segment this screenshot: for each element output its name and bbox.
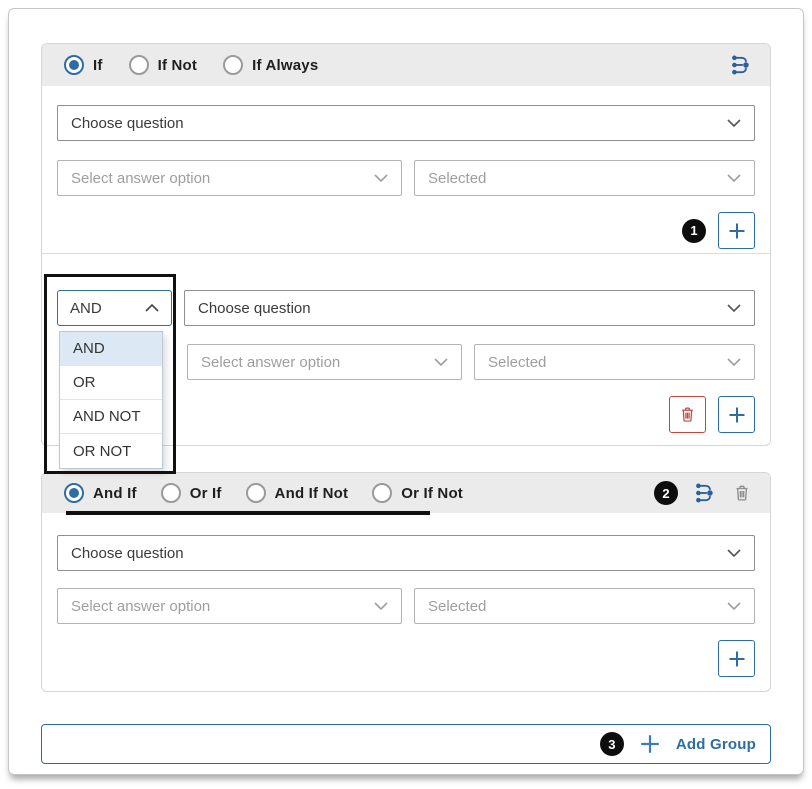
chevron-down-icon	[727, 304, 741, 312]
chevron-down-icon	[727, 602, 741, 610]
group1-condition-1: Choose question Select answer option Sel…	[42, 86, 770, 253]
delete-group-trash-icon[interactable]	[732, 483, 752, 503]
answer-option-select[interactable]: Select answer option	[187, 344, 462, 380]
group1-condition-2: AND AND OR AND NOT OR NOT Choose questio…	[42, 253, 770, 445]
select-value: Choose question	[71, 115, 717, 132]
trash-icon	[678, 405, 697, 424]
add-group-label: Add Group	[676, 736, 756, 753]
radio-and-if-not[interactable]: And If Not	[246, 483, 349, 503]
select-placeholder: Select answer option	[71, 170, 364, 187]
group2-header-actions: 2	[654, 481, 752, 505]
logic-group-1: If If Not If Always	[41, 43, 771, 446]
plus-icon	[727, 405, 747, 425]
logic-group-2: And If Or If And If Not Or If Not 2	[41, 472, 771, 692]
question-select[interactable]: Choose question	[57, 535, 755, 571]
select-placeholder: Select answer option	[201, 354, 424, 371]
radio-circle-icon	[246, 483, 266, 503]
radio-or-if-not[interactable]: Or If Not	[372, 483, 463, 503]
answer-option-select[interactable]: Select answer option	[57, 160, 402, 196]
select-placeholder: Selected	[428, 598, 717, 615]
radio-label: And If Not	[275, 485, 349, 502]
select-value: Choose question	[198, 300, 717, 317]
radio-circle-icon	[372, 483, 392, 503]
chevron-down-icon	[727, 549, 741, 557]
radio-if-not[interactable]: If Not	[129, 55, 198, 75]
plus-icon	[639, 733, 661, 755]
question-select[interactable]: Choose question	[184, 290, 755, 326]
answer-option-select[interactable]: Select answer option	[57, 588, 402, 624]
add-condition-button[interactable]	[718, 640, 755, 677]
radio-if[interactable]: If	[64, 55, 103, 75]
radio-label: If Always	[252, 57, 318, 74]
dropdown-option-or[interactable]: OR	[60, 366, 162, 400]
operator-select[interactable]: Selected	[414, 588, 755, 624]
radio-label: If	[93, 57, 103, 74]
radio-circle-icon	[161, 483, 181, 503]
annotation-badge-3: 3	[600, 732, 624, 756]
select-value: Choose question	[71, 545, 717, 562]
question-select[interactable]: Choose question	[57, 105, 755, 141]
radio-circle-icon	[64, 483, 84, 503]
skip-logic-icon[interactable]	[694, 482, 716, 504]
chevron-down-icon	[434, 358, 448, 366]
annotation-badge-1: 1	[682, 219, 706, 243]
select-placeholder: Select answer option	[71, 598, 364, 615]
group2-condition: Choose question Select answer option Sel…	[42, 513, 770, 691]
chevron-down-icon	[727, 174, 741, 182]
skip-logic-icon[interactable]	[730, 54, 752, 76]
radio-and-if[interactable]: And If	[64, 483, 137, 503]
select-placeholder: Selected	[428, 170, 717, 187]
annotation-badge-2: 2	[654, 481, 678, 505]
plus-icon	[727, 221, 747, 241]
radio-if-always[interactable]: If Always	[223, 55, 318, 75]
chevron-down-icon	[374, 174, 388, 182]
chevron-down-icon	[727, 358, 741, 366]
chevron-up-icon	[145, 304, 159, 312]
operator-select[interactable]: Selected	[474, 344, 755, 380]
join-operator-select[interactable]: AND	[57, 290, 172, 326]
radio-label: Or If	[190, 485, 222, 502]
select-placeholder: Selected	[488, 354, 717, 371]
join-operator-wrap: AND AND OR AND NOT OR NOT	[57, 290, 172, 326]
logic-builder-panel: If If Not If Always	[8, 8, 804, 775]
dropdown-option-and[interactable]: AND	[60, 332, 162, 366]
radio-or-if[interactable]: Or If	[161, 483, 222, 503]
radio-circle-icon	[64, 55, 84, 75]
group1-header: If If Not If Always	[42, 44, 770, 86]
plus-icon	[727, 649, 747, 669]
radio-label: And If	[93, 485, 137, 502]
dropdown-option-and-not[interactable]: AND NOT	[60, 400, 162, 434]
radio-label: If Not	[158, 57, 198, 74]
chevron-down-icon	[727, 119, 741, 127]
delete-condition-button[interactable]	[669, 396, 706, 433]
dropdown-option-or-not[interactable]: OR NOT	[60, 434, 162, 468]
radio-circle-icon	[129, 55, 149, 75]
join-operator-dropdown: AND OR AND NOT OR NOT	[59, 331, 163, 469]
operator-select[interactable]: Selected	[414, 160, 755, 196]
select-value: AND	[70, 300, 145, 317]
group2-header: And If Or If And If Not Or If Not 2	[42, 473, 770, 513]
chevron-down-icon	[374, 602, 388, 610]
add-condition-button[interactable]	[718, 212, 755, 249]
radio-label: Or If Not	[401, 485, 463, 502]
group1-header-actions	[730, 54, 752, 76]
radio-circle-icon	[223, 55, 243, 75]
add-group-button[interactable]: 3 Add Group	[41, 724, 771, 764]
add-condition-button[interactable]	[718, 396, 755, 433]
